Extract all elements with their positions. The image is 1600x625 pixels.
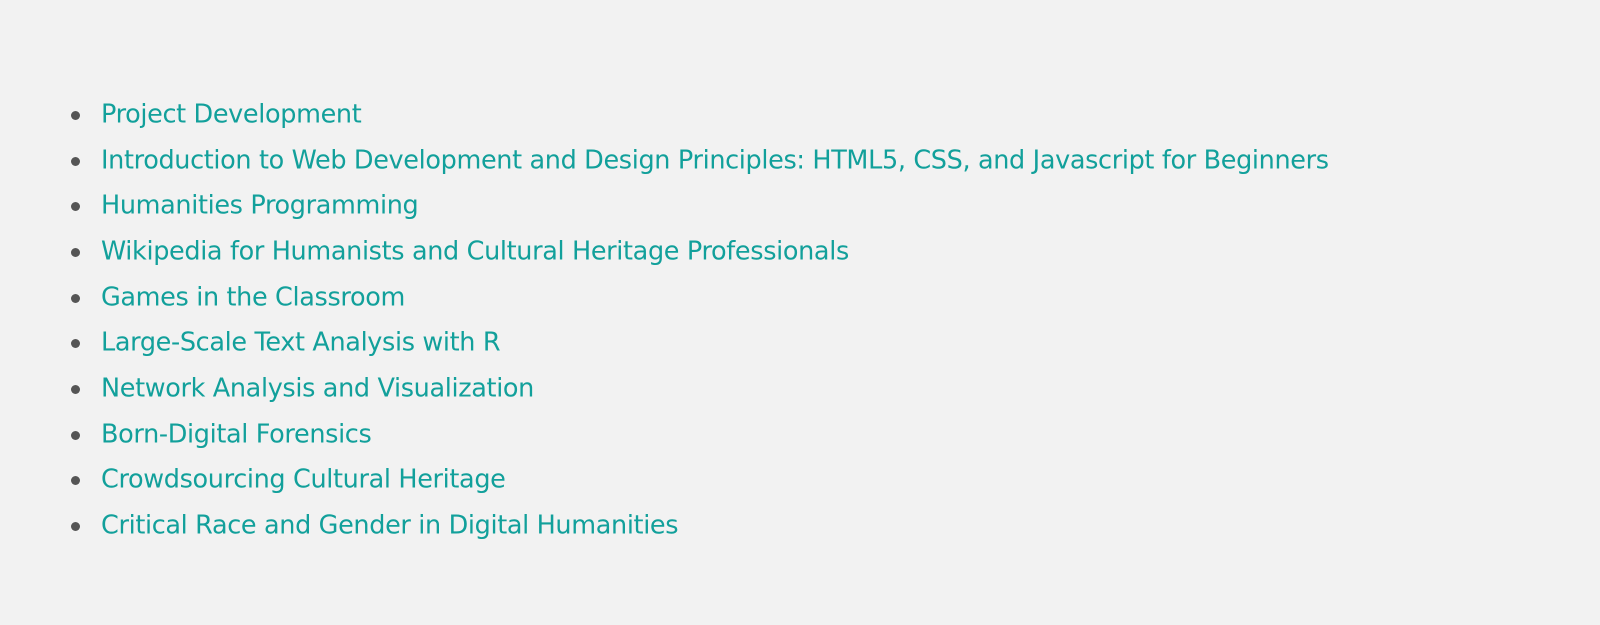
list-item: Introduction to Web Development and Desi… xyxy=(0,138,1600,184)
course-link[interactable]: Born-Digital Forensics xyxy=(101,421,372,448)
course-link[interactable]: Introduction to Web Development and Desi… xyxy=(101,147,1329,174)
course-link[interactable]: Network Analysis and Visualization xyxy=(101,376,534,402)
list-item: Project Development xyxy=(0,92,1600,138)
list-item: Wikipedia for Humanists and Cultural Her… xyxy=(0,229,1600,275)
course-link[interactable]: Wikipedia for Humanists and Cultural Her… xyxy=(101,239,849,265)
bullet-icon xyxy=(71,293,80,303)
list-item: Critical Race and Gender in Digital Huma… xyxy=(0,503,1600,549)
course-link[interactable]: Large-Scale Text Analysis with R xyxy=(101,330,501,357)
bullet-icon xyxy=(71,202,80,212)
bullet-icon xyxy=(71,476,80,486)
list-item: Large-Scale Text Analysis with R xyxy=(0,320,1600,366)
bullet-icon xyxy=(71,522,80,532)
bullet-icon xyxy=(71,430,80,440)
bullet-icon xyxy=(71,110,80,120)
list-item: Games in the Classroom xyxy=(0,275,1600,321)
course-list: Project Development Introduction to Web … xyxy=(0,92,1600,549)
course-link[interactable]: Crowdsourcing Cultural Heritage xyxy=(101,467,506,494)
bullet-icon xyxy=(71,247,80,257)
list-item: Crowdsourcing Cultural Heritage xyxy=(0,458,1600,504)
bullet-icon xyxy=(71,156,80,166)
course-link[interactable]: Project Development xyxy=(101,102,362,128)
bullet-icon xyxy=(71,339,80,349)
course-link[interactable]: Critical Race and Gender in Digital Huma… xyxy=(101,513,679,539)
list-item: Network Analysis and Visualization xyxy=(0,366,1600,412)
list-item: Humanities Programming xyxy=(0,183,1600,229)
course-link[interactable]: Humanities Programming xyxy=(101,193,419,219)
bullet-icon xyxy=(71,384,80,394)
course-link[interactable]: Games in the Classroom xyxy=(101,284,405,311)
list-item: Born-Digital Forensics xyxy=(0,412,1600,458)
